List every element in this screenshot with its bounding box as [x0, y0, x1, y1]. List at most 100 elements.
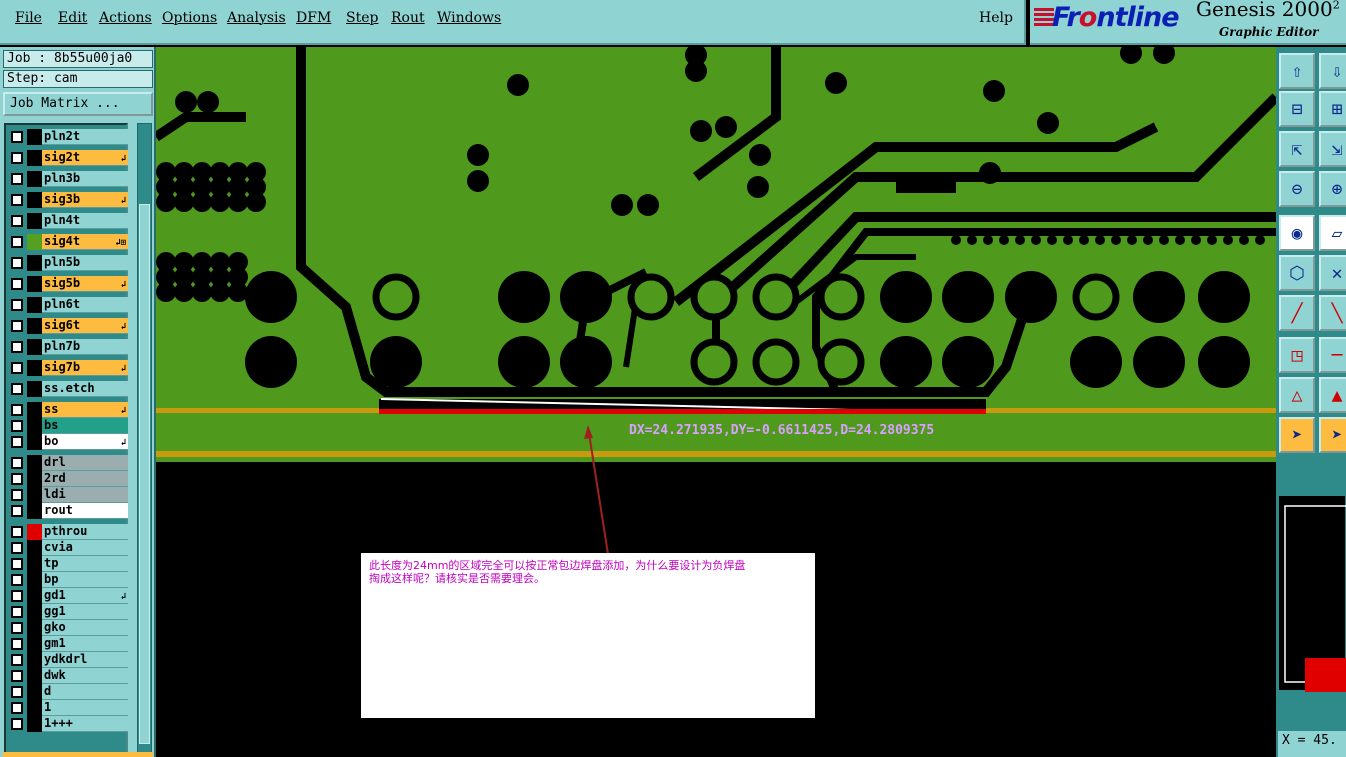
- layer-row-bs[interactable]: bs: [8, 418, 128, 434]
- layer-color-swatch[interactable]: [27, 360, 42, 376]
- menu-edit[interactable]: Edit: [58, 10, 87, 26]
- layer-row-1[interactable]: 1: [8, 700, 128, 716]
- layer-name[interactable]: dwk: [42, 668, 128, 684]
- layer-checkbox[interactable]: [11, 420, 23, 432]
- layer-checkbox[interactable]: [11, 362, 23, 374]
- layer-name[interactable]: sig3b ↲: [42, 192, 128, 208]
- line-icon[interactable]: ╱: [1279, 295, 1315, 331]
- layer-color-swatch[interactable]: [27, 487, 42, 503]
- menu-file[interactable]: File: [15, 10, 42, 26]
- layer-checkbox[interactable]: [11, 299, 23, 311]
- layer-row-pln3b[interactable]: pln3b: [8, 171, 128, 187]
- layer-color-swatch[interactable]: [27, 192, 42, 208]
- layer-name[interactable]: ss.etch: [42, 381, 128, 397]
- layer-name[interactable]: sig2t ↲: [42, 150, 128, 166]
- layer-color-swatch[interactable]: [27, 588, 42, 604]
- layer-checkbox[interactable]: [11, 436, 23, 448]
- menu-rout[interactable]: Rout: [391, 10, 425, 26]
- layer-checkbox[interactable]: [11, 574, 23, 586]
- layer-color-swatch[interactable]: [27, 620, 42, 636]
- layer-name[interactable]: bp: [42, 572, 128, 588]
- layer-name[interactable]: sig6t ↲: [42, 318, 128, 334]
- layer-name[interactable]: pthrou: [42, 524, 128, 540]
- layer-checkbox[interactable]: [11, 590, 23, 602]
- layer-name[interactable]: pln5b: [42, 255, 128, 271]
- menu-help[interactable]: Help: [979, 10, 1013, 26]
- layer-color-swatch[interactable]: [27, 471, 42, 487]
- cross-icon[interactable]: ✕: [1319, 255, 1346, 291]
- pointer2-icon[interactable]: ➤: [1319, 417, 1346, 453]
- layer-checkbox[interactable]: [11, 718, 23, 730]
- layer-color-swatch[interactable]: [27, 213, 42, 229]
- layer-name[interactable]: bs: [42, 418, 128, 434]
- layer-checkbox[interactable]: [11, 215, 23, 227]
- scroll-thumb[interactable]: [139, 204, 150, 744]
- layer-color-swatch[interactable]: [27, 418, 42, 434]
- layer-name[interactable]: bo ↲: [42, 434, 128, 450]
- layer-checkbox[interactable]: [11, 236, 23, 248]
- layer-color-swatch[interactable]: [27, 297, 42, 313]
- layer-row-pthrou[interactable]: pthrou: [8, 524, 128, 540]
- layer-color-swatch[interactable]: [27, 524, 42, 540]
- wire-icon[interactable]: ─: [1319, 337, 1346, 373]
- zoom-in-icon[interactable]: ⊟: [1279, 91, 1315, 127]
- layer-checkbox[interactable]: [11, 473, 23, 485]
- layer-row-gd1[interactable]: gd1 ↲: [8, 588, 128, 604]
- layer-checkbox[interactable]: [11, 278, 23, 290]
- layer-name[interactable]: gm1: [42, 636, 128, 652]
- layer-color-swatch[interactable]: [27, 339, 42, 355]
- layer-name[interactable]: gg1: [42, 604, 128, 620]
- layer-checkbox[interactable]: [11, 152, 23, 164]
- layer-row-pln4t[interactable]: pln4t: [8, 213, 128, 229]
- layer-row-2rd[interactable]: 2rd: [8, 471, 128, 487]
- layer-color-swatch[interactable]: [27, 234, 42, 250]
- layer-name[interactable]: 1+++: [42, 716, 128, 732]
- layer-color-swatch[interactable]: [27, 540, 42, 556]
- layer-name[interactable]: 2rd: [42, 471, 128, 487]
- layer-name[interactable]: pln2t: [42, 129, 128, 145]
- layer-color-swatch[interactable]: [27, 636, 42, 652]
- layer-color-swatch[interactable]: [27, 129, 42, 145]
- layer-row-tp[interactable]: tp: [8, 556, 128, 572]
- select-icon[interactable]: ◳: [1279, 337, 1315, 373]
- layer-checkbox[interactable]: [11, 622, 23, 634]
- layer-color-swatch[interactable]: [27, 700, 42, 716]
- layer-name[interactable]: gd1 ↲: [42, 588, 128, 604]
- layer-row-pln2t[interactable]: pln2t: [8, 129, 128, 145]
- layer-color-swatch[interactable]: [27, 455, 42, 471]
- layer-color-swatch[interactable]: [27, 668, 42, 684]
- layer-checkbox[interactable]: [11, 131, 23, 143]
- layer-row-pln6t[interactable]: pln6t: [8, 297, 128, 313]
- layer-checkbox[interactable]: [11, 173, 23, 185]
- layer-row-ss-etch[interactable]: ss.etch: [8, 381, 128, 397]
- layer-color-swatch[interactable]: [27, 255, 42, 271]
- layer-row-sig6t[interactable]: sig6t ↲: [8, 318, 128, 334]
- layer-row-ldi[interactable]: ldi: [8, 487, 128, 503]
- net-icon[interactable]: ⬡: [1279, 255, 1315, 291]
- menu-dfm[interactable]: DFM: [296, 10, 331, 26]
- layer-name[interactable]: gko: [42, 620, 128, 636]
- layer-row-ydkdrl[interactable]: ydkdrl: [8, 652, 128, 668]
- layer-name[interactable]: ss ↲: [42, 402, 128, 418]
- layer-name[interactable]: sig4t ↲⊞: [42, 234, 128, 250]
- layer-row-d[interactable]: d: [8, 684, 128, 700]
- layer-down-icon[interactable]: ⇩: [1319, 53, 1346, 89]
- layer-row-dwk[interactable]: dwk: [8, 668, 128, 684]
- layer-color-swatch[interactable]: [27, 318, 42, 334]
- layer-color-swatch[interactable]: [27, 503, 42, 519]
- layer-name[interactable]: sig5b ↲: [42, 276, 128, 292]
- layer-row-pln7b[interactable]: pln7b: [8, 339, 128, 355]
- area-icon[interactable]: ▱: [1319, 215, 1346, 251]
- layer-row-gg1[interactable]: gg1: [8, 604, 128, 620]
- triangle2-icon[interactable]: ▲: [1319, 377, 1346, 413]
- layer-checkbox[interactable]: [11, 654, 23, 666]
- layer-name[interactable]: sig7b ↲: [42, 360, 128, 376]
- layer-checkbox[interactable]: [11, 457, 23, 469]
- layer-up-icon[interactable]: ⇧: [1279, 53, 1315, 89]
- layer-name[interactable]: rout: [42, 503, 128, 519]
- grid-icon[interactable]: ⊕: [1319, 171, 1346, 207]
- layer-row-bp[interactable]: bp: [8, 572, 128, 588]
- layer-color-swatch[interactable]: [27, 171, 42, 187]
- layer-row-bo[interactable]: bo ↲: [8, 434, 128, 450]
- layer-checkbox[interactable]: [11, 686, 23, 698]
